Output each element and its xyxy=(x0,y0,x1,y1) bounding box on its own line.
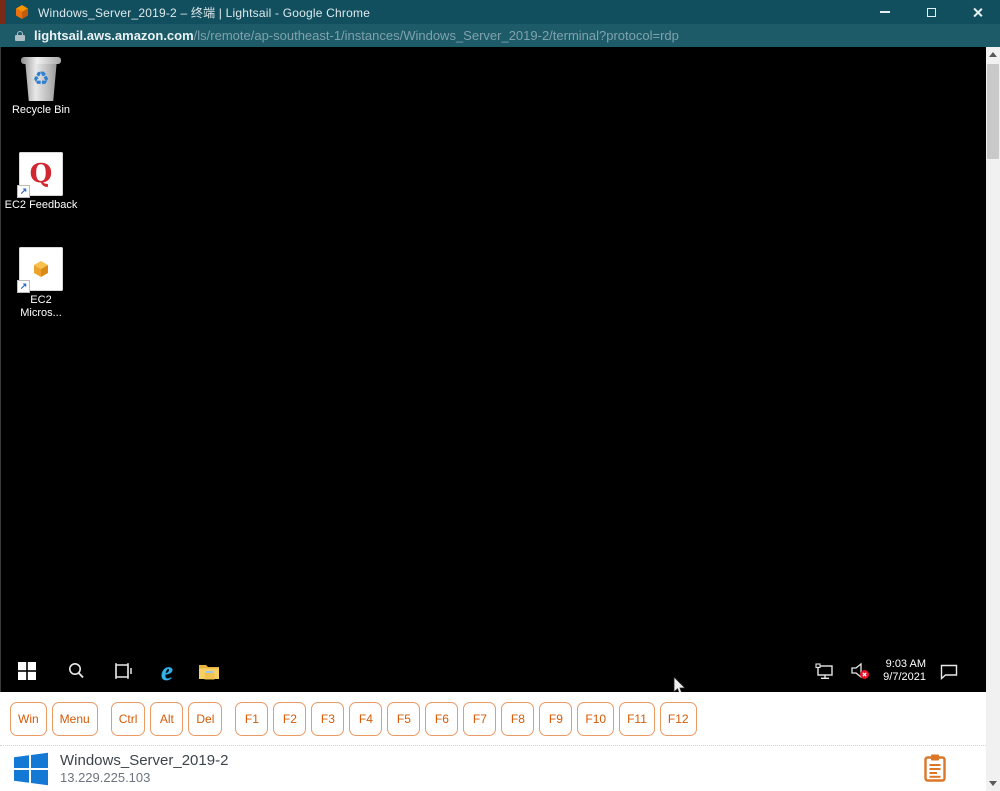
key-f4[interactable]: F4 xyxy=(349,702,382,736)
scrollbar-thumb[interactable] xyxy=(987,64,999,159)
desktop-icon-label: EC2 Micros... xyxy=(1,294,81,320)
tray-clock[interactable]: 9:03 AM 9/7/2021 xyxy=(883,658,926,684)
minimize-button[interactable] xyxy=(862,0,908,24)
aws-cube-glyph xyxy=(31,259,51,279)
key-alt[interactable]: Alt xyxy=(150,702,183,736)
key-f12[interactable]: F12 xyxy=(660,702,697,736)
key-win[interactable]: Win xyxy=(10,702,47,736)
label-line-1: EC2 xyxy=(1,294,81,307)
label-line-2: Micros... xyxy=(1,307,81,320)
network-tray-button[interactable] xyxy=(813,659,837,683)
instance-ip: 13.229.225.103 xyxy=(60,770,228,786)
shortcut-arrow-icon: ↗ xyxy=(17,185,30,198)
instance-footer: Windows_Server_2019-2 13.229.225.103 xyxy=(0,745,986,791)
instance-info: Windows_Server_2019-2 13.229.225.103 xyxy=(60,752,228,786)
system-tray: 9:03 AM 9/7/2021 xyxy=(813,650,961,692)
key-f1[interactable]: F1 xyxy=(235,702,268,736)
padlock-body xyxy=(15,35,25,41)
key-del[interactable]: Del xyxy=(188,702,222,736)
aws-cube-icon: ↗ xyxy=(19,247,63,291)
remote-session-viewport: ♻ Recycle Bin Q ↗ EC2 Feedback xyxy=(0,47,1000,791)
key-f8[interactable]: F8 xyxy=(501,702,534,736)
action-center-button[interactable] xyxy=(937,659,961,683)
url-path: /ls/remote/ap-southeast-1/instances/Wind… xyxy=(194,28,679,43)
virtual-key-toolbar: Win Menu Ctrl Alt Del F1 F2 F3 F4 F5 F6 … xyxy=(0,692,986,745)
lightsail-cube-icon xyxy=(14,4,30,20)
file-explorer-icon xyxy=(198,662,220,680)
tray-time: 9:03 AM xyxy=(883,658,926,671)
key-f3[interactable]: F3 xyxy=(311,702,344,736)
task-view-button[interactable] xyxy=(111,659,135,683)
window-title: Windows_Server_2019-2 – 终端 | Lightsail -… xyxy=(38,4,370,21)
maximize-icon xyxy=(927,8,936,17)
qualtrics-q-icon: Q ↗ xyxy=(19,152,63,196)
volume-muted-icon xyxy=(850,662,870,680)
close-button[interactable] xyxy=(954,0,1000,24)
minimize-icon xyxy=(880,11,890,13)
clipboard-button[interactable] xyxy=(924,754,946,787)
window-controls xyxy=(862,0,1000,24)
windows-start-icon xyxy=(18,662,36,680)
internet-explorer-button[interactable]: e xyxy=(155,659,179,683)
desktop-icon-label: EC2 Feedback xyxy=(1,199,81,212)
volume-tray-button[interactable] xyxy=(848,659,872,683)
url-domain: lightsail.aws.amazon.com xyxy=(34,28,194,43)
windows-taskbar: e xyxy=(1,650,987,692)
network-icon xyxy=(815,663,835,680)
key-ctrl[interactable]: Ctrl xyxy=(111,702,146,736)
search-icon xyxy=(67,662,85,680)
tray-date: 9/7/2021 xyxy=(883,671,926,684)
down-triangle-icon xyxy=(989,781,997,786)
task-view-icon xyxy=(113,662,133,680)
maximize-button[interactable] xyxy=(908,0,954,24)
internet-explorer-icon: e xyxy=(161,659,173,683)
desktop-icon-ec2-microsoft[interactable]: ↗ EC2 Micros... xyxy=(1,247,81,320)
desktop-icon-recycle-bin[interactable]: ♻ Recycle Bin xyxy=(1,55,81,117)
windows-logo-icon xyxy=(14,752,48,786)
instance-name: Windows_Server_2019-2 xyxy=(60,752,228,770)
key-menu[interactable]: Menu xyxy=(52,702,98,736)
scrollbar-up-arrow[interactable] xyxy=(986,47,1000,62)
up-triangle-icon xyxy=(989,52,997,57)
shortcut-arrow-icon: ↗ xyxy=(17,280,30,293)
file-explorer-button[interactable] xyxy=(197,659,221,683)
recycle-glyph: ♻ xyxy=(21,67,61,93)
start-button[interactable] xyxy=(15,659,39,683)
key-f5[interactable]: F5 xyxy=(387,702,420,736)
key-group-function: F1 F2 F3 F4 F5 F6 F7 F8 F9 F10 F11 F12 xyxy=(235,702,696,736)
window-edge-strip xyxy=(0,0,5,24)
key-group-modifiers-2: Ctrl Alt Del xyxy=(111,702,223,736)
key-f11[interactable]: F11 xyxy=(619,702,655,736)
close-icon xyxy=(972,7,983,18)
clipboard-icon xyxy=(924,754,946,782)
desktop-icon-ec2-feedback[interactable]: Q ↗ EC2 Feedback xyxy=(1,152,81,212)
key-f9[interactable]: F9 xyxy=(539,702,572,736)
chrome-titlebar: Windows_Server_2019-2 – 终端 | Lightsail -… xyxy=(0,0,1000,24)
key-group-modifiers-1: Win Menu xyxy=(10,702,98,736)
address-bar[interactable]: lightsail.aws.amazon.com/ls/remote/ap-so… xyxy=(0,24,1000,47)
padlock-icon[interactable] xyxy=(15,31,25,41)
key-f2[interactable]: F2 xyxy=(273,702,306,736)
browser-window: Windows_Server_2019-2 – 终端 | Lightsail -… xyxy=(0,0,1000,791)
recycle-bin-icon: ♻ xyxy=(21,55,61,101)
key-f7[interactable]: F7 xyxy=(463,702,496,736)
action-center-icon xyxy=(939,663,959,680)
scrollbar-down-arrow[interactable] xyxy=(986,776,1000,791)
desktop-icon-label: Recycle Bin xyxy=(1,104,81,117)
key-f10[interactable]: F10 xyxy=(577,702,614,736)
recycle-bin-rim xyxy=(21,57,61,64)
page-scrollbar[interactable] xyxy=(986,47,1000,791)
key-f6[interactable]: F6 xyxy=(425,702,458,736)
remote-desktop[interactable]: ♻ Recycle Bin Q ↗ EC2 Feedback xyxy=(0,47,986,692)
taskbar-search-button[interactable] xyxy=(64,659,88,683)
